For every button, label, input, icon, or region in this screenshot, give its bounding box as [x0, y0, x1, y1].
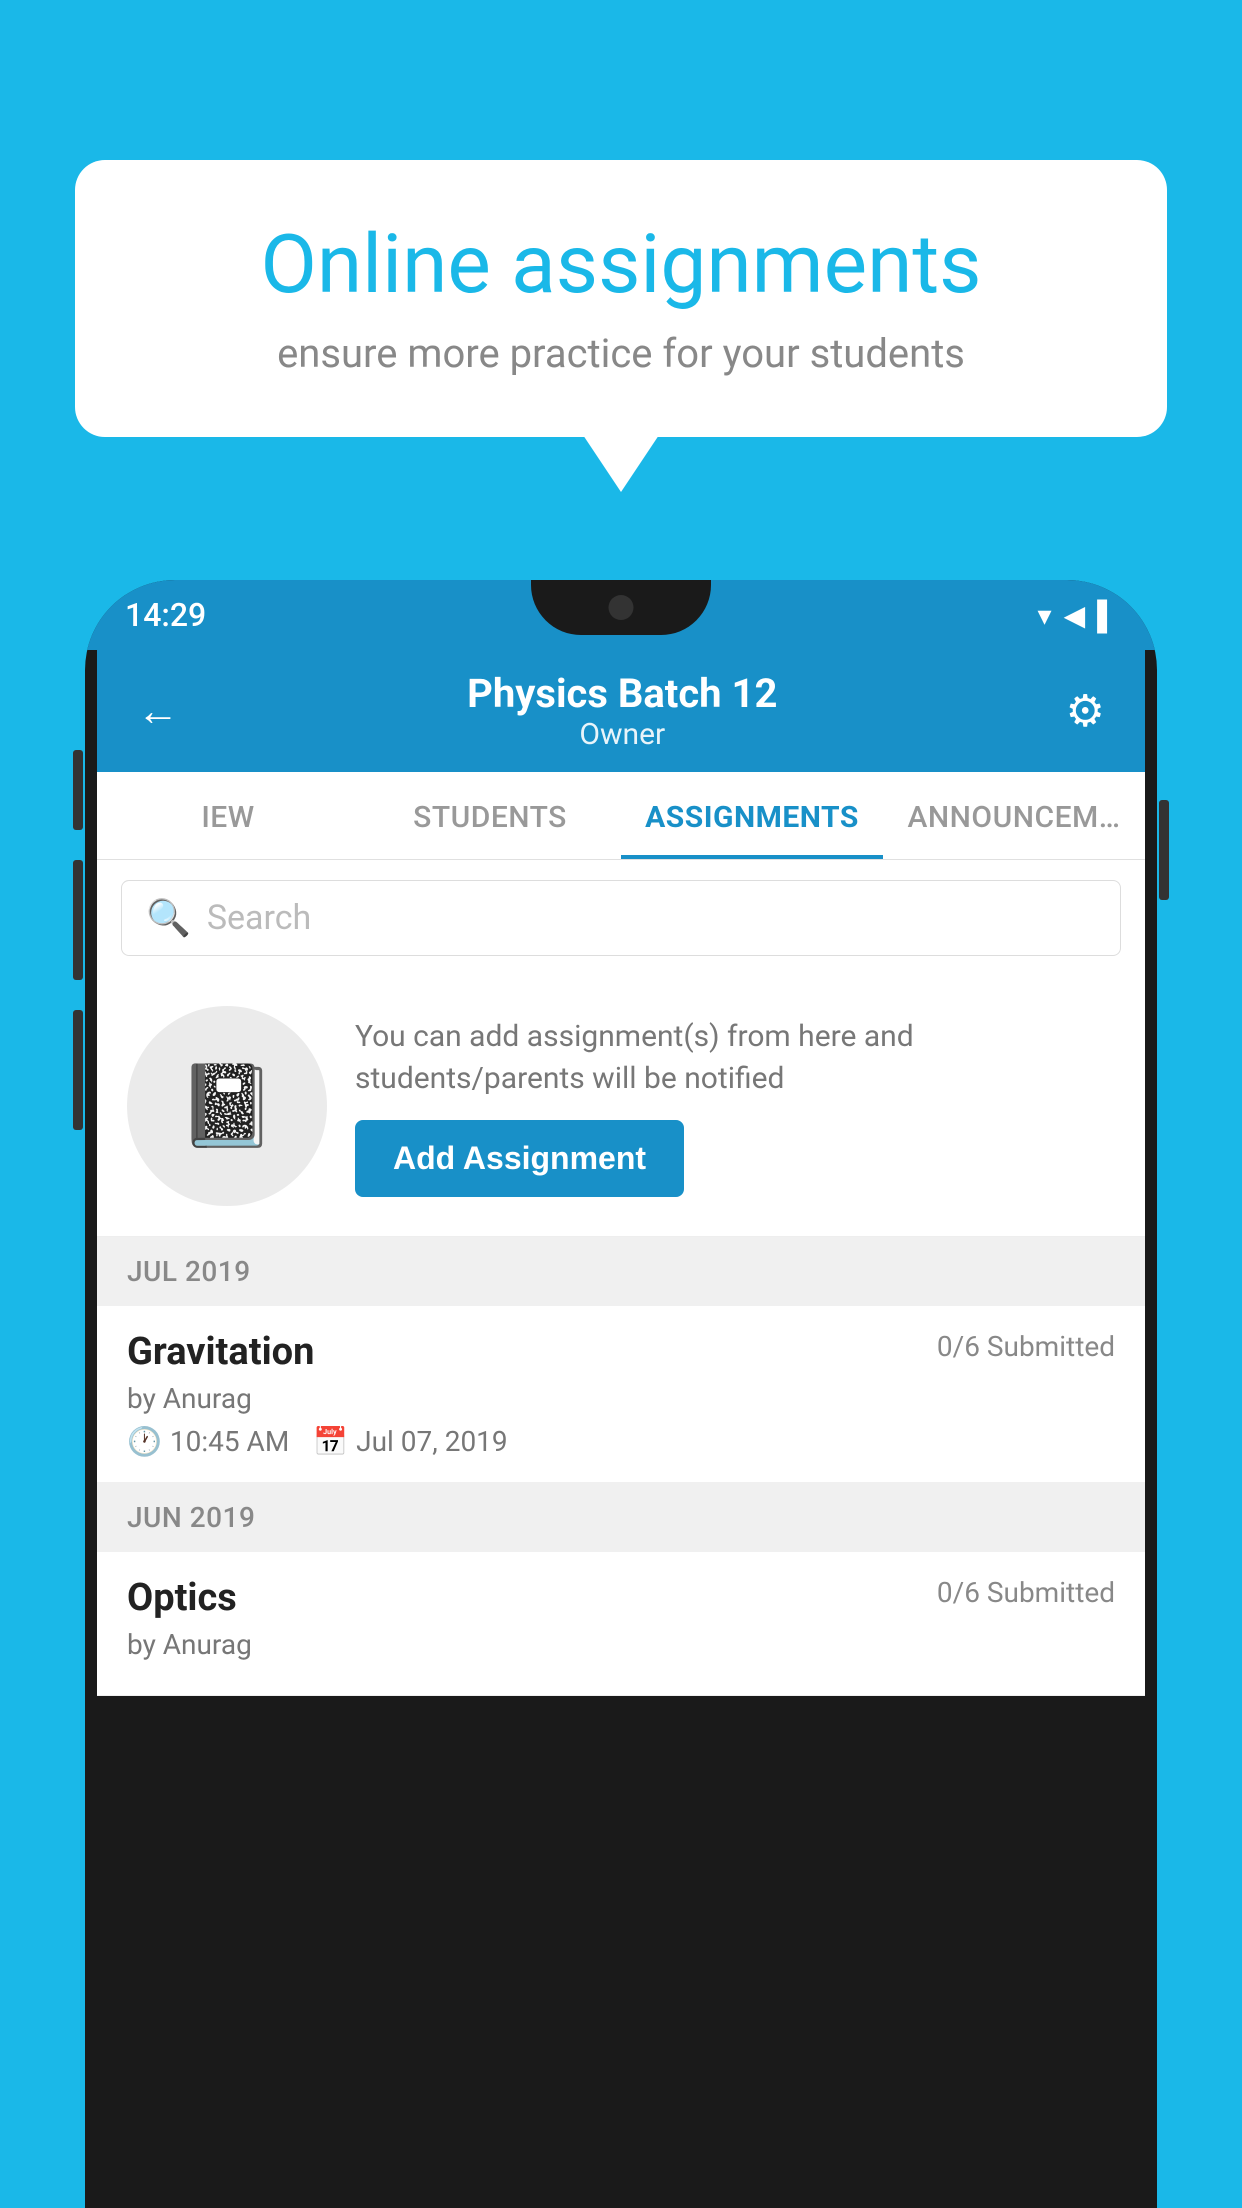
search-placeholder[interactable]: Search: [207, 898, 311, 938]
tab-students[interactable]: STUDENTS: [359, 772, 621, 859]
speech-bubble: Online assignments ensure more practice …: [75, 160, 1167, 437]
month-header-jul: JUL 2019: [97, 1237, 1145, 1306]
tabs-bar: IEW STUDENTS ASSIGNMENTS ANNOUNCEM…: [97, 772, 1145, 860]
power-button: [1159, 800, 1169, 900]
assignment-name: Gravitation: [127, 1330, 314, 1374]
search-bar[interactable]: 🔍 Search: [121, 880, 1121, 956]
assignment-date: Jul 07, 2019: [356, 1425, 508, 1458]
assignment-item-top: Gravitation 0/6 Submitted: [127, 1330, 1115, 1374]
assignment-time: 10:45 AM: [170, 1425, 289, 1458]
phone-screen: ← Physics Batch 12 Owner ⚙ IEW STUDENTS …: [97, 650, 1145, 1696]
assignment-item-optics[interactable]: Optics 0/6 Submitted by Anurag: [97, 1552, 1145, 1696]
assignment-item-gravitation[interactable]: Gravitation 0/6 Submitted by Anurag 🕐 10…: [97, 1306, 1145, 1483]
signal-icon: ◀: [1064, 599, 1086, 632]
assignment-info-text: You can add assignment(s) from here and …: [355, 1016, 1115, 1100]
header-subtitle: Owner: [467, 717, 777, 752]
status-icons: ▾ ◀ ▌: [1038, 599, 1117, 632]
date-meta: 📅 Jul 07, 2019: [313, 1425, 507, 1458]
add-assignment-section: 📓 You can add assignment(s) from here an…: [97, 976, 1145, 1237]
notch: [531, 580, 711, 635]
assignment-by-optics: by Anurag: [127, 1628, 1115, 1661]
assignment-icon-circle: 📓: [127, 1006, 327, 1206]
phone-frame: 14:29 ▾ ◀ ▌ ← Physics Batch 12 Owner ⚙ I…: [85, 580, 1157, 2208]
assignment-name-optics: Optics: [127, 1576, 237, 1620]
tab-assignments[interactable]: ASSIGNMENTS: [621, 772, 883, 859]
tab-iew[interactable]: IEW: [97, 772, 359, 859]
assignment-item-top-optics: Optics 0/6 Submitted: [127, 1576, 1115, 1620]
time-meta: 🕐 10:45 AM: [127, 1425, 289, 1458]
add-assignment-button[interactable]: Add Assignment: [355, 1120, 684, 1197]
back-button[interactable]: ←: [137, 687, 179, 736]
app-header: ← Physics Batch 12 Owner ⚙: [97, 650, 1145, 772]
tab-announcements[interactable]: ANNOUNCEM…: [883, 772, 1145, 859]
volume-down-button: [73, 860, 83, 980]
status-time: 14:29: [125, 596, 206, 634]
clock-icon: 🕐: [127, 1425, 162, 1458]
battery-icon: ▌: [1097, 599, 1117, 632]
search-icon: 🔍: [146, 897, 191, 939]
header-title: Physics Batch 12: [467, 670, 777, 717]
month-header-jun: JUN 2019: [97, 1483, 1145, 1552]
search-container: 🔍 Search: [97, 860, 1145, 976]
header-center: Physics Batch 12 Owner: [467, 670, 777, 752]
assignment-meta: 🕐 10:45 AM 📅 Jul 07, 2019: [127, 1425, 1115, 1458]
submitted-badge-optics: 0/6 Submitted: [937, 1576, 1115, 1609]
camera: [609, 595, 634, 620]
wifi-icon: ▾: [1038, 599, 1052, 632]
settings-icon[interactable]: ⚙: [1066, 685, 1105, 737]
volume-up-button: [73, 750, 83, 830]
assignment-by: by Anurag: [127, 1382, 1115, 1415]
assignment-info: You can add assignment(s) from here and …: [355, 1016, 1115, 1197]
notebook-icon: 📓: [177, 1059, 277, 1153]
status-bar: 14:29 ▾ ◀ ▌: [85, 580, 1157, 650]
calendar-icon: 📅: [313, 1425, 348, 1458]
silent-switch: [73, 1010, 83, 1130]
speech-bubble-title: Online assignments: [145, 220, 1097, 310]
speech-bubble-subtitle: ensure more practice for your students: [145, 330, 1097, 377]
submitted-badge: 0/6 Submitted: [937, 1330, 1115, 1363]
